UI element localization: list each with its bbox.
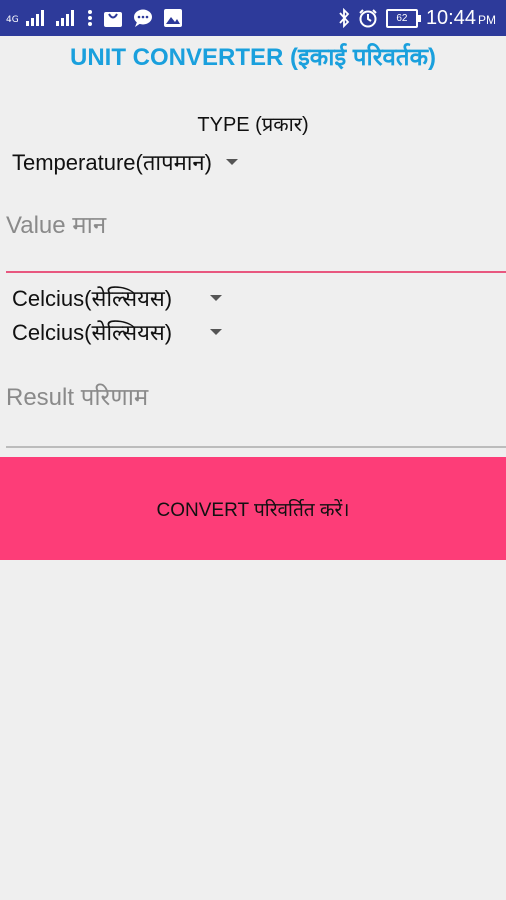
status-bar: 4G 62 10:44 PM (0, 0, 506, 36)
battery-icon: 62 (385, 8, 421, 28)
from-unit-value: Celcius(सेल्सियस) (12, 286, 173, 311)
to-unit-value: Celcius(सेल्सियस) (12, 320, 173, 345)
dropdown-arrow-icon (210, 329, 223, 335)
shopping-bag-icon (103, 8, 123, 28)
value-input[interactable] (6, 208, 506, 244)
type-label: TYPE (प्रकार) (197, 114, 309, 136)
bluetooth-icon (338, 8, 350, 28)
dropdown-arrow-icon (225, 159, 238, 165)
alarm-icon (358, 8, 378, 28)
convert-button[interactable]: CONVERT परिवर्तित करें। (0, 457, 506, 560)
clock: 10:44 PM (426, 7, 496, 30)
image-icon (163, 8, 183, 28)
type-spinner-value: Temperature(तापमान) (12, 150, 212, 175)
dropdown-arrow-icon (210, 295, 223, 301)
more-icon (87, 9, 93, 27)
value-input-underline (6, 271, 506, 273)
network-type-label: 4G (6, 15, 19, 25)
signal-icon (25, 10, 45, 26)
clock-ampm: PM (478, 12, 496, 27)
to-unit-spinner[interactable]: Celcius(सेल्सियस) (12, 317, 223, 347)
type-spinner[interactable]: Temperature(तापमान) (12, 147, 238, 177)
result-field-underline (6, 446, 506, 448)
from-unit-spinner[interactable]: Celcius(सेल्सियस) (12, 283, 223, 313)
clock-time: 10:44 (425, 6, 476, 29)
page-title: UNIT CONVERTER (इकाई परिवर्तक) (70, 44, 436, 71)
result-field[interactable] (6, 380, 506, 416)
signal-icon (55, 10, 77, 26)
chat-icon (133, 8, 153, 28)
